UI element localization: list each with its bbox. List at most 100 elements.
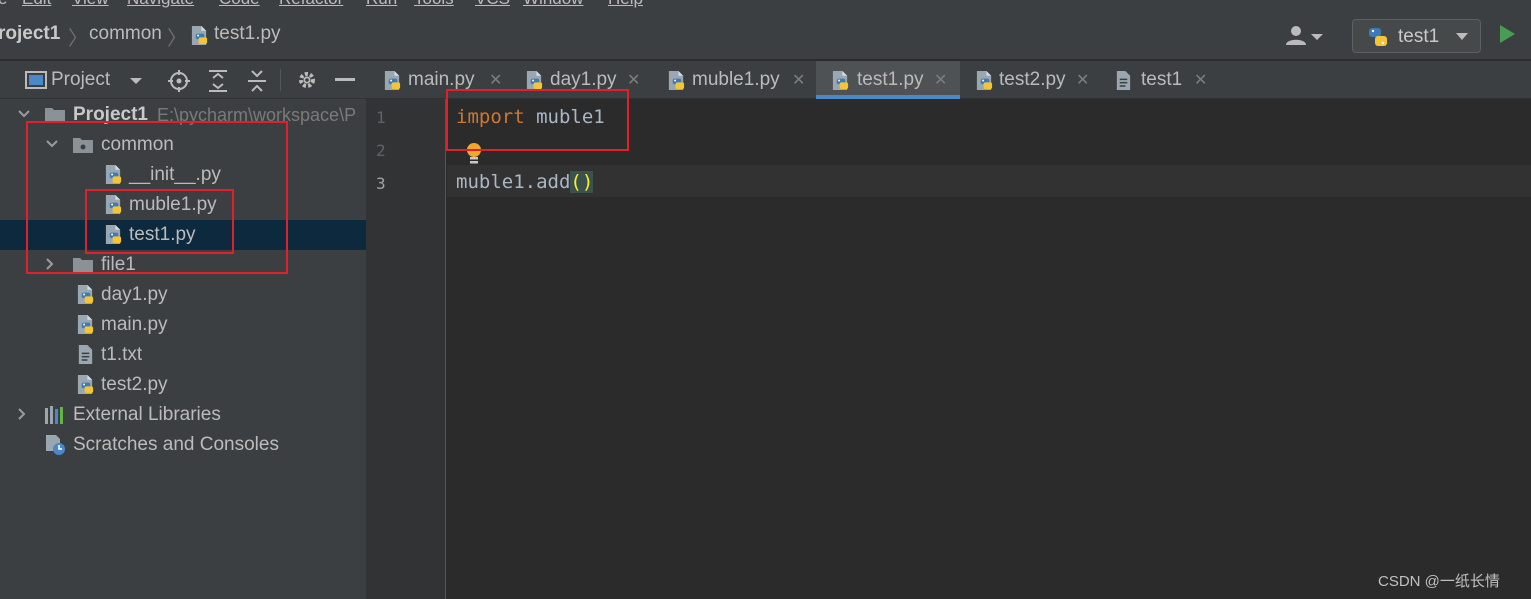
navigation-bar: roject1 〉 common 〉 test1.py test1	[0, 10, 1531, 60]
menu-vcs-label: VCS	[475, 0, 510, 8]
close-icon[interactable]: ✕	[489, 70, 502, 90]
python-file-icon	[383, 70, 402, 91]
close-icon[interactable]: ✕	[627, 70, 640, 90]
tab-test1-py[interactable]: test1.py ✕	[816, 61, 960, 99]
breadcrumb-separator-icon: 〉	[167, 28, 187, 50]
python-file-icon	[190, 25, 209, 46]
close-icon[interactable]: ✕	[1194, 70, 1207, 90]
menu-navigate-label: Navigate	[127, 0, 194, 8]
caret-line-highlight	[447, 165, 1531, 197]
chevron-down-icon[interactable]	[17, 107, 31, 121]
python-file-icon	[667, 70, 686, 91]
menu-help-label: Help	[608, 0, 643, 8]
locate-file-icon[interactable]	[167, 69, 191, 93]
code-editor[interactable]: import muble1 muble1.add()	[447, 99, 1531, 599]
user-account-button[interactable]	[1284, 24, 1328, 48]
menu-help[interactable]: Help	[608, 0, 643, 9]
libraries-icon	[44, 405, 68, 425]
tree-item-test2-py[interactable]: test2.py	[0, 370, 366, 400]
breadcrumb-test1[interactable]: test1.py	[214, 23, 281, 45]
tab-label: test2.py	[999, 69, 1066, 90]
tree-item-label: main.py	[101, 314, 168, 335]
watermark: CSDN @一纸长情	[1378, 573, 1500, 590]
menu-tools[interactable]: Tools	[414, 0, 454, 9]
menu-code[interactable]: Code	[219, 0, 260, 9]
matched-parentheses: ()	[570, 171, 594, 193]
close-icon[interactable]: ✕	[1076, 70, 1089, 90]
minimize-icon[interactable]	[335, 78, 355, 81]
menu-refactor[interactable]: Refactor	[279, 0, 343, 9]
tree-item-scratches[interactable]: Scratches and Consoles	[0, 430, 366, 460]
tab-label: test1.py	[857, 69, 924, 90]
text-file-icon	[76, 344, 95, 365]
annotation-box-import	[446, 89, 629, 151]
tree-item-label: Scratches and Consoles	[73, 434, 279, 455]
tab-label: muble1.py	[692, 69, 780, 90]
menu-run[interactable]: Run	[366, 0, 397, 9]
menu-view[interactable]: View	[72, 0, 109, 9]
tab-test2-py[interactable]: test2.py ✕	[963, 61, 1101, 99]
close-icon[interactable]: ✕	[792, 70, 805, 90]
project-view-icon	[25, 71, 47, 89]
tree-item-external-libraries[interactable]: External Libraries	[0, 400, 366, 430]
python-file-icon	[76, 374, 95, 395]
scratches-icon	[44, 434, 68, 456]
editor-gutter: 1 2 3	[366, 99, 446, 599]
menu-window-label: Window	[523, 0, 583, 8]
menu-bar: e Edit View Navigate Code Refactor Run T…	[0, 0, 1531, 10]
menu-code-label: Code	[219, 0, 260, 8]
gear-icon[interactable]	[296, 69, 318, 91]
run-configuration-selector[interactable]: test1	[1352, 19, 1481, 53]
line-number: 1	[376, 108, 386, 127]
tab-test1[interactable]: test1 ✕	[1106, 61, 1216, 99]
run-configuration-label: test1	[1398, 26, 1440, 47]
menu-tools-label: Tools	[414, 0, 454, 8]
python-file-icon	[76, 284, 95, 305]
python-icon	[1367, 26, 1389, 48]
menu-run-label: Run	[366, 0, 397, 8]
toolbar-divider	[280, 69, 281, 91]
menu-edit-label: Edit	[22, 0, 51, 8]
tab-label: day1.py	[550, 69, 617, 90]
menu-edit[interactable]: Edit	[22, 0, 51, 9]
close-icon[interactable]: ✕	[934, 70, 947, 90]
python-file-icon	[76, 314, 95, 335]
user-icon	[1286, 26, 1323, 45]
breadcrumb-project[interactable]: roject1	[0, 23, 60, 45]
breadcrumb-common[interactable]: common	[89, 23, 162, 45]
tree-item-main-py[interactable]: main.py	[0, 310, 366, 340]
tree-item-t1-txt[interactable]: t1.txt	[0, 340, 366, 370]
code-line-3[interactable]: muble1.add()	[456, 171, 594, 193]
dropdown-arrow-icon	[1456, 33, 1468, 40]
menu-refactor-label: Refactor	[279, 0, 343, 8]
tree-item-label: day1.py	[101, 284, 168, 305]
chevron-right-icon[interactable]	[15, 407, 29, 421]
text-file-icon	[1114, 70, 1133, 91]
annotation-box-module-files	[85, 189, 234, 254]
expand-all-icon[interactable]	[207, 69, 229, 93]
tab-muble1-py[interactable]: muble1.py ✕	[655, 61, 815, 99]
chevron-down-icon[interactable]	[128, 75, 144, 87]
tab-label: main.py	[408, 69, 475, 90]
tree-item-label: t1.txt	[101, 344, 143, 365]
tree-item-label: External Libraries	[73, 404, 221, 425]
run-button[interactable]	[1500, 25, 1515, 43]
python-file-icon	[975, 70, 994, 91]
menu-window[interactable]: Window	[523, 0, 583, 9]
line-number: 3	[376, 174, 386, 193]
project-tool-header: Project	[0, 61, 366, 99]
tree-item-label: test2.py	[101, 374, 168, 395]
python-file-icon	[525, 70, 544, 91]
collapse-all-icon[interactable]	[246, 69, 268, 93]
line-number: 2	[376, 141, 386, 160]
menu-file[interactable]: e	[0, 0, 7, 9]
breadcrumb-separator-icon: 〉	[68, 28, 88, 50]
tab-label: test1	[1141, 69, 1183, 90]
project-view-title[interactable]: Project	[51, 69, 110, 91]
tree-item-day1-py[interactable]: day1.py	[0, 280, 366, 310]
menu-view-label: View	[72, 0, 109, 8]
menu-navigate[interactable]: Navigate	[127, 0, 194, 9]
menu-vcs[interactable]: VCS	[475, 0, 510, 9]
function-call: muble1.add	[456, 171, 571, 193]
python-file-icon	[831, 70, 850, 91]
